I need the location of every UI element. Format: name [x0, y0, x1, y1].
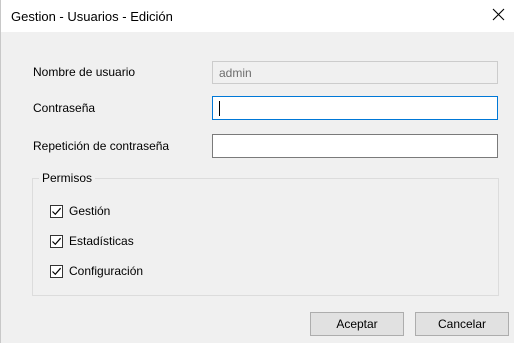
permission-configuracion-checkbox[interactable]: Configuración	[50, 264, 143, 278]
password-field[interactable]	[212, 96, 498, 120]
text-caret	[219, 100, 220, 116]
permission-gestion-checkbox[interactable]: Gestión	[50, 204, 110, 218]
username-field: admin	[212, 61, 498, 84]
accept-button[interactable]: Aceptar	[310, 312, 404, 336]
checkbox-checked-icon	[50, 234, 63, 248]
user-edit-dialog: Gestion - Usuarios - Edición Nombre de u…	[0, 0, 514, 343]
checkbox-checked-icon	[50, 264, 63, 278]
username-value: admin	[219, 65, 252, 80]
permission-label: Configuración	[69, 264, 144, 278]
close-button[interactable]	[481, 0, 514, 32]
permission-label: Gestión	[69, 204, 111, 218]
password-label: Contraseña	[33, 101, 96, 115]
username-label: Nombre de usuario	[33, 65, 136, 79]
permission-estadisticas-checkbox[interactable]: Estadísticas	[50, 234, 134, 248]
permissions-group: Permisos Gestión Estadísticas Configurac…	[32, 171, 499, 296]
checkbox-checked-icon	[50, 204, 63, 218]
permissions-legend: Permisos	[39, 171, 96, 185]
title-bar: Gestion - Usuarios - Edición	[1, 0, 514, 32]
close-icon	[492, 8, 505, 24]
cancel-button[interactable]: Cancelar	[415, 312, 509, 336]
repeat-password-label: Repetición de contraseña	[33, 139, 170, 153]
permission-label: Estadísticas	[69, 234, 134, 248]
window-title: Gestion - Usuarios - Edición	[11, 9, 173, 24]
repeat-password-field[interactable]	[212, 134, 498, 158]
